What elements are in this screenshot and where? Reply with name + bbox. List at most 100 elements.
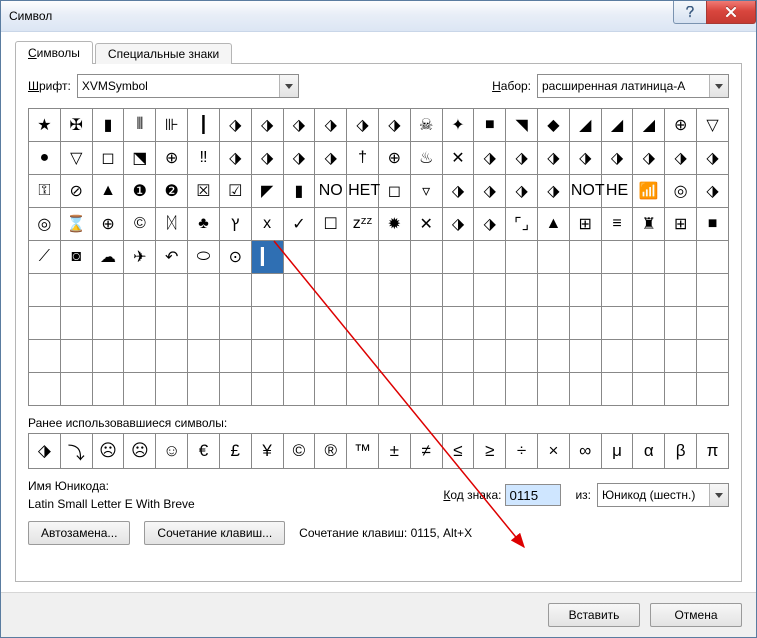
symbol-cell[interactable]: ⊪ <box>156 109 188 142</box>
symbol-cell[interactable] <box>538 274 570 307</box>
symbol-cell[interactable]: ✕ <box>410 208 442 241</box>
recent-cell[interactable]: ⤵ <box>60 434 92 469</box>
symbol-cell[interactable] <box>665 340 697 373</box>
symbol-cell[interactable]: ◢ <box>601 109 633 142</box>
recent-cell[interactable]: ™ <box>347 434 379 469</box>
symbol-cell[interactable] <box>601 274 633 307</box>
symbol-cell[interactable]: ◙ <box>60 241 92 274</box>
symbol-cell[interactable]: ▿ <box>410 175 442 208</box>
tab-special[interactable]: Специальные знаки <box>95 43 232 64</box>
recent-cell[interactable]: π <box>697 434 729 469</box>
symbol-cell[interactable] <box>601 373 633 406</box>
symbol-cell[interactable] <box>60 373 92 406</box>
symbol-cell[interactable] <box>378 307 410 340</box>
symbol-cell[interactable]: ⬗ <box>474 175 506 208</box>
symbol-cell[interactable]: ⚿ <box>29 175 61 208</box>
symbol-cell[interactable] <box>697 373 729 406</box>
symbol-cell[interactable] <box>60 340 92 373</box>
symbol-cell[interactable] <box>442 241 474 274</box>
symbol-cell[interactable] <box>219 274 251 307</box>
symbol-cell[interactable]: ⊞ <box>569 208 601 241</box>
symbol-cell[interactable] <box>251 307 283 340</box>
symbol-cell[interactable] <box>506 274 538 307</box>
symbol-cell[interactable] <box>29 373 61 406</box>
symbol-cell[interactable]: ⬗ <box>569 142 601 175</box>
symbol-cell[interactable]: x <box>251 208 283 241</box>
recent-cell[interactable]: ¥ <box>251 434 283 469</box>
symbol-cell[interactable] <box>156 373 188 406</box>
symbol-cell[interactable]: ⦀ <box>124 109 156 142</box>
symbol-cell[interactable] <box>474 340 506 373</box>
symbol-cell[interactable] <box>665 373 697 406</box>
recent-cell[interactable]: α <box>633 434 665 469</box>
symbol-cell[interactable]: NO <box>315 175 347 208</box>
symbol-cell[interactable]: ▮ <box>283 175 315 208</box>
symbol-cell[interactable]: ⬭ <box>188 241 220 274</box>
symbol-cell[interactable] <box>474 274 506 307</box>
symbol-cell[interactable] <box>60 274 92 307</box>
symbol-cell[interactable] <box>283 274 315 307</box>
symbol-cell[interactable]: ⬗ <box>283 109 315 142</box>
symbol-cell[interactable] <box>697 241 729 274</box>
symbol-cell[interactable]: ◻ <box>378 175 410 208</box>
symbol-cell[interactable]: ◥ <box>506 109 538 142</box>
symbol-cell[interactable]: ✈ <box>124 241 156 274</box>
symbol-cell[interactable] <box>156 274 188 307</box>
symbol-cell[interactable] <box>188 340 220 373</box>
symbol-cell[interactable]: ᛞ <box>156 208 188 241</box>
symbol-cell[interactable]: ⬗ <box>601 142 633 175</box>
symbol-cell[interactable] <box>283 241 315 274</box>
symbol-cell[interactable] <box>29 274 61 307</box>
symbol-cell[interactable] <box>124 274 156 307</box>
symbol-cell[interactable] <box>347 274 379 307</box>
symbol-cell[interactable]: ☠ <box>410 109 442 142</box>
symbol-cell[interactable] <box>442 274 474 307</box>
symbol-cell[interactable] <box>665 241 697 274</box>
symbol-cell[interactable] <box>506 307 538 340</box>
symbol-cell[interactable] <box>506 340 538 373</box>
symbol-cell[interactable] <box>506 241 538 274</box>
close-button[interactable] <box>706 1 756 24</box>
symbol-cell[interactable] <box>506 373 538 406</box>
symbol-cell[interactable]: ⬗ <box>633 142 665 175</box>
insert-button[interactable]: Вставить <box>548 603 640 627</box>
symbol-cell[interactable] <box>251 373 283 406</box>
symbol-cell[interactable]: ⬗ <box>442 175 474 208</box>
symbol-cell[interactable]: ● <box>29 142 61 175</box>
symbol-cell[interactable] <box>410 241 442 274</box>
symbol-cell[interactable]: ☁ <box>92 241 124 274</box>
symbol-cell[interactable]: ✹ <box>378 208 410 241</box>
tab-symbols[interactable]: Символы <box>15 41 93 64</box>
symbol-cell[interactable] <box>347 307 379 340</box>
symbol-cell[interactable] <box>347 340 379 373</box>
symbol-cell[interactable]: ❷ <box>156 175 188 208</box>
symbol-cell[interactable]: ⬗ <box>251 142 283 175</box>
recent-cell[interactable]: ≤ <box>442 434 474 469</box>
symbol-cell[interactable]: ★ <box>29 109 61 142</box>
symbol-cell[interactable] <box>410 340 442 373</box>
symbol-cell[interactable]: ץ <box>219 208 251 241</box>
symbol-cell[interactable]: ⊞ <box>665 208 697 241</box>
symbol-cell[interactable] <box>633 373 665 406</box>
symbol-cell[interactable]: ▎ <box>251 241 283 274</box>
symbol-cell[interactable]: 📶 <box>633 175 665 208</box>
symbol-cell[interactable]: ⊕ <box>665 109 697 142</box>
symbol-cell[interactable]: ◻ <box>92 142 124 175</box>
symbol-cell[interactable]: ▲ <box>92 175 124 208</box>
recent-cell[interactable]: ∞ <box>569 434 601 469</box>
symbol-cell[interactable]: ⊘ <box>60 175 92 208</box>
symbol-cell[interactable]: ▽ <box>697 109 729 142</box>
symbol-cell[interactable]: ↶ <box>156 241 188 274</box>
symbol-cell[interactable] <box>29 340 61 373</box>
symbol-cell[interactable]: ⊕ <box>156 142 188 175</box>
recent-cell[interactable]: μ <box>601 434 633 469</box>
symbol-cell[interactable] <box>474 241 506 274</box>
symbol-cell[interactable] <box>601 340 633 373</box>
recent-cell[interactable]: ® <box>315 434 347 469</box>
symbol-cell[interactable]: ⊕ <box>378 142 410 175</box>
symbol-cell[interactable] <box>283 307 315 340</box>
symbol-cell[interactable]: ⬗ <box>538 142 570 175</box>
symbol-cell[interactable]: ⬗ <box>474 208 506 241</box>
symbol-grid[interactable]: ★✠▮⦀⊪┃⬗⬗⬗⬗⬗⬗☠✦■◥◆◢◢◢⊕▽●▽◻⬔⊕‼⬗⬗⬗⬗†⊕♨✕⬗⬗⬗⬗… <box>28 108 729 406</box>
symbol-cell[interactable]: ◎ <box>665 175 697 208</box>
